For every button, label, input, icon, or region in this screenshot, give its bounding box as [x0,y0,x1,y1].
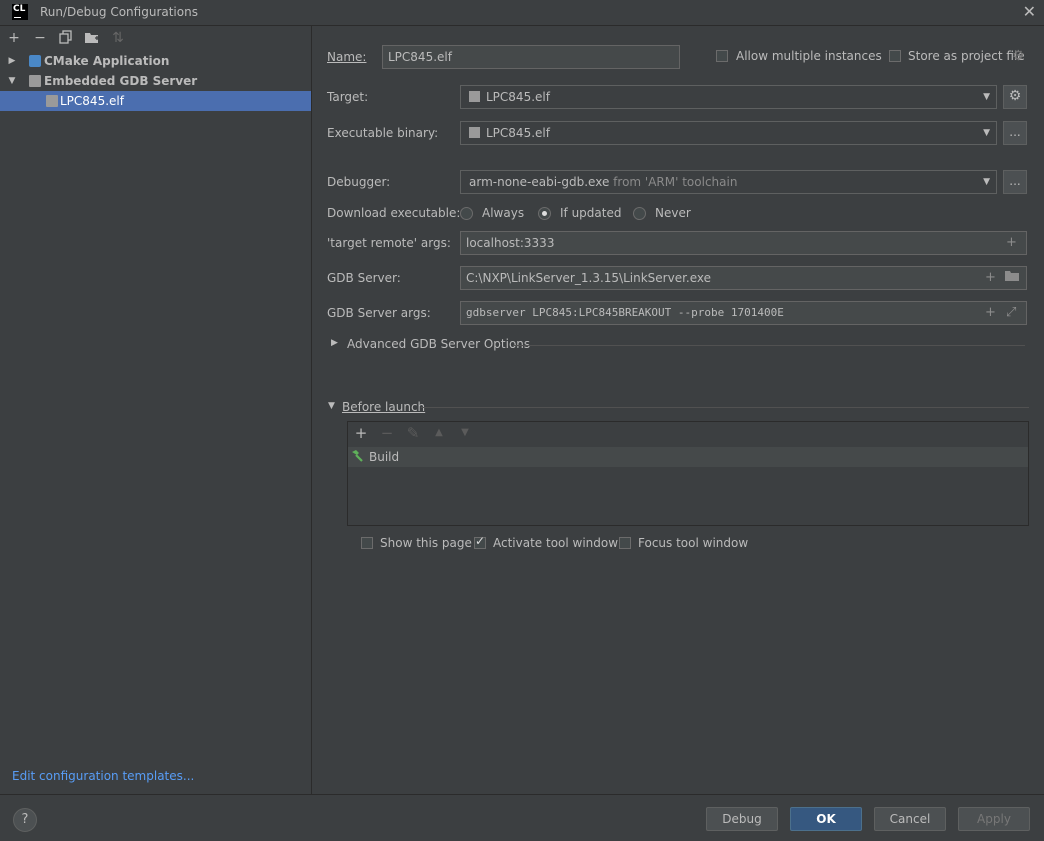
download-always-radio[interactable] [460,207,473,220]
chevron-down-icon: ▼ [983,92,990,102]
separator [421,407,1029,408]
add-icon[interactable]: + [6,30,22,46]
debugger-label: Debugger: [327,175,391,189]
configurations-tree-panel [0,26,312,794]
debugger-browse-button[interactable]: ... [1003,170,1027,194]
focus-tool-window-label: Focus tool window [638,536,749,550]
download-never-label: Never [655,206,691,220]
allow-multiple-checkbox[interactable] [716,50,728,62]
move-down-icon[interactable]: ▼ [457,424,473,442]
debugger-value: arm-none-eabi-gdb.exe [469,175,610,189]
executable-combo[interactable]: LPC845.elf ▼ [460,121,997,145]
add-icon[interactable]: + [985,267,996,289]
gdb-server-args-field[interactable]: gdbserver LPC845:LPC845BREAKOUT --probe … [460,301,1027,325]
tree-item-label: LPC845.elf [60,94,124,108]
focus-tool-window-checkbox[interactable] [619,537,631,549]
hammer-icon [350,449,364,463]
show-page-checkbox[interactable] [361,537,373,549]
expand-icon[interactable]: ⤢ [1006,302,1016,324]
executable-label: Executable binary: [327,126,439,140]
name-field[interactable]: LPC845.elf [382,45,680,69]
target-icon [469,91,480,102]
chevron-down-icon[interactable]: ▼ [328,401,335,411]
help-button[interactable]: ? [13,808,37,832]
add-task-icon[interactable]: + [353,424,369,442]
copy-icon[interactable] [58,30,74,46]
clion-logo-icon: CL [12,4,28,20]
window-title: Run/Debug Configurations [40,5,198,19]
gdb-server-field[interactable]: C:\NXP\LinkServer_1.3.15\LinkServer.exe [460,266,1027,290]
target-combo[interactable]: LPC845.elf ▼ [460,85,997,109]
apply-button[interactable]: Apply [958,807,1030,831]
target-label: Target: [327,90,369,104]
move-up-icon[interactable]: ▲ [431,424,447,442]
executable-browse-button[interactable]: ... [1003,121,1027,145]
task-build-label: Build [369,450,400,464]
name-label: Name: [327,50,367,64]
remove-icon[interactable]: − [32,30,48,46]
tree-item-embedded-gdb-server[interactable]: ▼ Embedded GDB Server [0,71,311,91]
download-never-radio[interactable] [633,207,646,220]
chevron-right-icon[interactable]: ▶ [331,338,338,348]
debugger-toolchain-hint: from 'ARM' toolchain [613,175,738,189]
download-if-updated-label: If updated [560,206,622,220]
before-launch-list [347,421,1029,526]
gdb-server-icon [29,75,41,87]
show-page-label: Show this page [380,536,472,550]
ok-button[interactable]: OK [790,807,862,831]
title-bar: CL Run/Debug Configurations ✕ [0,0,1044,26]
tree-item-label: Embedded GDB Server [44,74,198,88]
cancel-button[interactable]: Cancel [874,807,946,831]
debug-button[interactable]: Debug [706,807,778,831]
separator [513,345,1025,346]
executable-icon [469,127,480,138]
download-always-label: Always [482,206,525,220]
remove-task-icon[interactable]: − [379,424,395,442]
advanced-options-toggle[interactable]: Advanced GDB Server Options [347,337,530,351]
chevron-down-icon: ▼ [983,177,990,187]
download-if-updated-radio[interactable] [538,207,551,220]
add-icon[interactable]: + [985,302,996,324]
executable-value: LPC845.elf [486,126,550,140]
new-folder-icon[interactable] [84,30,100,46]
activate-tool-window-label: Activate tool window [493,536,619,550]
chevron-down-icon: ▼ [983,128,990,138]
task-row-build[interactable] [348,447,1028,467]
tree-item-cmake-application[interactable]: ▶ CMake Application [0,51,311,71]
add-icon[interactable]: + [1006,232,1017,254]
target-remote-field[interactable]: localhost:3333 [460,231,1027,255]
target-settings-gear-icon[interactable]: ⚙ [1003,85,1027,109]
chevron-right-icon[interactable]: ▶ [7,51,17,71]
tree-item-lpc845-elf[interactable]: LPC845.elf [0,91,311,111]
close-icon[interactable]: ✕ [1023,2,1036,21]
activate-tool-window-checkbox[interactable] [474,534,486,549]
store-project-checkbox[interactable] [889,50,901,62]
gdb-server-label: GDB Server: [327,271,401,285]
allow-multiple-label: Allow multiple instances [736,49,882,63]
edit-templates-link[interactable]: Edit configuration templates... [12,769,194,783]
gear-icon[interactable]: ⚙ [1012,48,1025,64]
store-project-label: Store as project file [908,49,1025,63]
chevron-down-icon[interactable]: ▼ [7,71,17,91]
debugger-combo[interactable]: arm-none-eabi-gdb.exe from 'ARM' toolcha… [460,170,997,194]
before-launch-label[interactable]: Before launch [342,400,425,414]
gdb-server-args-label: GDB Server args: [327,306,431,320]
tree-item-label: CMake Application [44,54,170,68]
gdb-server-icon [46,95,58,107]
download-label: Download executable: [327,206,461,220]
target-remote-label: 'target remote' args: [327,236,451,250]
cmake-icon [29,55,41,67]
edit-task-icon[interactable]: ✎ [405,424,421,442]
sort-icon[interactable]: ⇅ [110,30,126,46]
folder-icon[interactable] [1005,267,1019,289]
tree-toolbar: + − ⇅ [0,26,311,50]
target-value: LPC845.elf [486,90,550,104]
